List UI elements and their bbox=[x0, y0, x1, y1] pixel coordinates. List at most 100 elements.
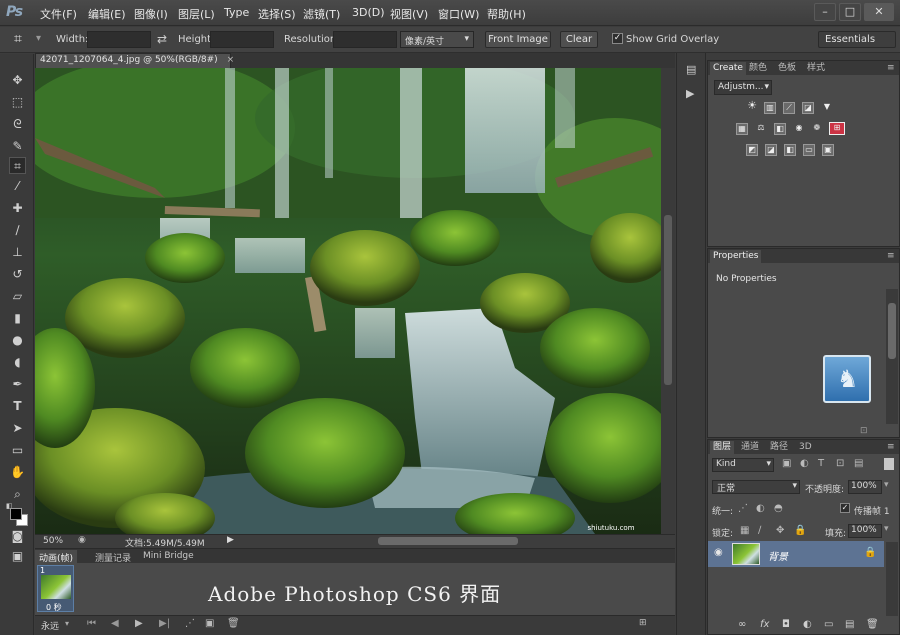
levels-icon[interactable]: ▥ bbox=[764, 102, 776, 114]
duplicate-frame-icon[interactable]: ▣ bbox=[205, 618, 214, 629]
vertical-scroll-thumb[interactable] bbox=[664, 215, 672, 385]
color-lookup-icon[interactable]: ⊞ bbox=[829, 122, 845, 135]
filter-toggle[interactable] bbox=[884, 458, 894, 470]
exposure-icon[interactable]: ◪ bbox=[802, 102, 814, 114]
workspace-switcher[interactable]: Essentials bbox=[818, 31, 896, 48]
menu-view[interactable]: 视图(V) bbox=[390, 6, 428, 22]
menu-window[interactable]: 窗口(W) bbox=[438, 6, 479, 22]
menu-edit[interactable]: 编辑(E) bbox=[88, 6, 126, 22]
menu-filter[interactable]: 滤镜(T) bbox=[303, 6, 340, 22]
invert-icon[interactable]: ◩ bbox=[746, 144, 758, 156]
add-mask-icon[interactable]: ◘ bbox=[782, 619, 790, 630]
lock-position-icon[interactable]: ✥ bbox=[776, 525, 784, 536]
chevron-down-icon[interactable]: ▾ bbox=[65, 619, 69, 628]
color-swatches[interactable]: ◧ bbox=[6, 502, 28, 526]
restore-button[interactable]: □ bbox=[839, 3, 861, 21]
close-button[interactable]: ✕ bbox=[864, 3, 894, 21]
quick-mask-icon[interactable]: ◙ bbox=[9, 528, 26, 545]
gradient-tool-icon[interactable]: ▮ bbox=[9, 310, 26, 327]
chevron-down-icon[interactable]: ▾ bbox=[884, 524, 889, 534]
resolution-field[interactable] bbox=[333, 31, 397, 48]
clone-stamp-tool-icon[interactable]: ⊥ bbox=[9, 244, 26, 261]
selective-color-icon[interactable]: ▣ bbox=[822, 144, 834, 156]
chevron-down-icon[interactable]: ▾ bbox=[884, 480, 889, 490]
tab-paths[interactable]: 路径 bbox=[767, 441, 791, 454]
height-field[interactable] bbox=[210, 31, 274, 48]
history-panel-icon[interactable]: ▤ bbox=[686, 63, 696, 76]
posterize-icon[interactable]: ◪ bbox=[765, 144, 777, 156]
play-icon[interactable]: ▶ bbox=[135, 618, 143, 629]
properties-scrollbar[interactable] bbox=[886, 289, 898, 424]
menu-type[interactable]: Type bbox=[224, 6, 249, 19]
frame-delay[interactable]: 0 秒 bbox=[46, 602, 62, 613]
convert-timeline-icon[interactable]: ⊞ bbox=[639, 618, 647, 628]
healing-brush-tool-icon[interactable]: ✚ bbox=[9, 200, 26, 217]
hand-tool-icon[interactable]: ✋ bbox=[9, 464, 26, 481]
layer-filter-select[interactable]: Kind ▾ bbox=[712, 458, 774, 472]
link-layers-icon[interactable]: ∞ bbox=[738, 619, 746, 630]
loop-select[interactable]: 永远 bbox=[41, 619, 59, 632]
tab-measurement-log[interactable]: 测量记录 bbox=[91, 550, 135, 564]
blur-tool-icon[interactable]: ● bbox=[9, 332, 26, 349]
blend-mode-select[interactable]: 正常 ▾ bbox=[712, 480, 800, 494]
swap-dimensions-icon[interactable]: ⇄ bbox=[157, 32, 167, 46]
new-layer-icon[interactable]: ▤ bbox=[845, 619, 854, 630]
unify-visibility-icon[interactable]: ◐ bbox=[756, 503, 765, 514]
tab-swatches[interactable]: 色板 bbox=[775, 62, 799, 75]
quick-select-tool-icon[interactable]: ✎ bbox=[9, 138, 26, 155]
status-menu-arrow-icon[interactable]: ▶ bbox=[227, 535, 234, 545]
visibility-eye-icon[interactable]: ◉ bbox=[714, 547, 723, 558]
layer-effects-icon[interactable]: fx bbox=[760, 619, 769, 630]
properties-scroll-thumb[interactable] bbox=[888, 303, 896, 359]
adjustment-preset-select[interactable]: Adjustm... ▾ bbox=[714, 80, 772, 95]
hue-saturation-icon[interactable]: ▦ bbox=[736, 123, 748, 135]
tab-layers[interactable]: 图层 bbox=[710, 441, 735, 454]
lock-all-icon[interactable]: 🔒 bbox=[794, 525, 806, 536]
lasso-tool-icon[interactable]: ᘓ bbox=[9, 116, 26, 133]
tool-preset-chevron-icon[interactable]: ▾ bbox=[36, 33, 41, 44]
lock-pixels-icon[interactable]: ∕ bbox=[758, 525, 761, 536]
filter-pixel-icon[interactable]: ▣ bbox=[782, 458, 791, 469]
filter-type-icon[interactable]: T bbox=[818, 458, 824, 469]
new-group-icon[interactable]: ▭ bbox=[824, 619, 833, 630]
color-balance-icon[interactable]: ⚖ bbox=[755, 123, 767, 135]
brush-tool-icon[interactable]: ∕ bbox=[9, 222, 26, 239]
grid-overlay-checkbox[interactable]: ✓ bbox=[612, 33, 623, 44]
type-tool-icon[interactable]: T bbox=[9, 398, 26, 415]
path-select-tool-icon[interactable]: ➤ bbox=[9, 420, 26, 437]
move-tool-icon[interactable]: ✥ bbox=[9, 72, 26, 89]
marquee-tool-icon[interactable]: ⬚ bbox=[9, 94, 26, 111]
animation-frame[interactable]: 1 0 秒 bbox=[37, 565, 74, 612]
resolution-unit-select[interactable]: 像素/英寸 ▾ bbox=[400, 31, 474, 48]
properties-delete-icon[interactable]: ⊡ bbox=[860, 426, 868, 436]
menu-3d[interactable]: 3D(D) bbox=[352, 6, 385, 19]
layers-scrollbar[interactable] bbox=[886, 542, 898, 616]
channel-mixer-icon[interactable]: ❁ bbox=[811, 123, 823, 135]
layer-row[interactable]: ◉ 背景 🔒 bbox=[708, 541, 884, 567]
brightness-icon[interactable]: ☀ bbox=[746, 100, 758, 113]
actions-panel-icon[interactable]: ▶ bbox=[686, 87, 694, 100]
document-tab[interactable]: 42071_1207064_4.jpg @ 50%(RGB/8#) × bbox=[35, 53, 234, 68]
fill-field[interactable]: 100% bbox=[848, 524, 882, 538]
horizontal-scroll-thumb[interactable] bbox=[378, 537, 518, 545]
crop-tool-icon[interactable]: ⌗ bbox=[14, 31, 22, 47]
first-frame-icon[interactable]: ⏮ bbox=[87, 618, 96, 629]
tab-3d[interactable]: 3D bbox=[796, 441, 815, 454]
menu-help[interactable]: 帮助(H) bbox=[487, 6, 526, 22]
zoom-tool-icon[interactable]: ⌕ bbox=[9, 486, 26, 503]
pen-tool-icon[interactable]: ✒ bbox=[9, 376, 26, 393]
document-canvas[interactable]: shiutuku.com bbox=[35, 68, 661, 534]
layer-name[interactable]: 背景 bbox=[768, 548, 788, 563]
clear-button[interactable]: Clear bbox=[560, 31, 598, 48]
front-image-button[interactable]: Front Image bbox=[485, 31, 551, 48]
delete-frame-icon[interactable]: 🗑 bbox=[227, 618, 240, 629]
properties-title[interactable]: Properties bbox=[710, 250, 762, 263]
panel-menu-icon[interactable]: ≡ bbox=[884, 62, 898, 75]
eraser-tool-icon[interactable]: ▱ bbox=[9, 288, 26, 305]
lock-transparency-icon[interactable]: ▦ bbox=[740, 525, 749, 536]
eyedropper-tool-icon[interactable]: ⁄ bbox=[9, 178, 26, 195]
close-tab-icon[interactable]: × bbox=[227, 55, 235, 65]
photo-filter-icon[interactable]: ◉ bbox=[793, 123, 805, 135]
crop-tool-icon[interactable]: ⌗ bbox=[9, 157, 26, 174]
status-info-icon[interactable]: ◉ bbox=[78, 535, 86, 545]
